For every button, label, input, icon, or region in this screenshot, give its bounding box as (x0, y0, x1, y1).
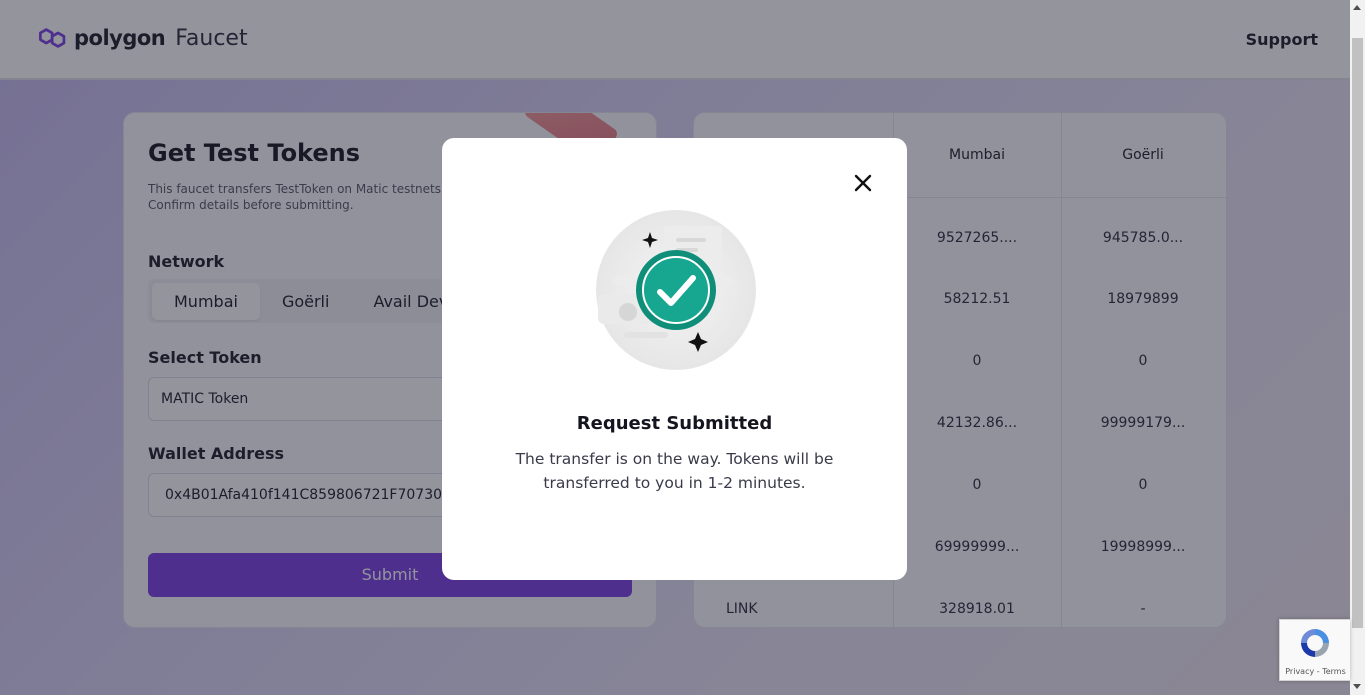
check-circle-icon (596, 210, 756, 370)
recaptcha-badge[interactable]: Privacy - Terms (1279, 619, 1350, 681)
close-icon[interactable] (852, 172, 874, 194)
scroll-up-arrow-icon[interactable] (1353, 5, 1361, 10)
modal-message: The transfer is on the way. Tokens will … (515, 450, 834, 492)
scroll-down-arrow-icon[interactable] (1353, 684, 1361, 689)
page-scrollbar[interactable] (1350, 0, 1365, 695)
modal-title: Request Submitted (576, 413, 773, 434)
scroll-thumb[interactable] (1352, 38, 1363, 628)
recaptcha-icon (1301, 629, 1329, 657)
recaptcha-footer[interactable]: Privacy - Terms (1280, 667, 1351, 676)
request-submitted-modal: Request Submitted The transfer is on the… (442, 138, 907, 580)
